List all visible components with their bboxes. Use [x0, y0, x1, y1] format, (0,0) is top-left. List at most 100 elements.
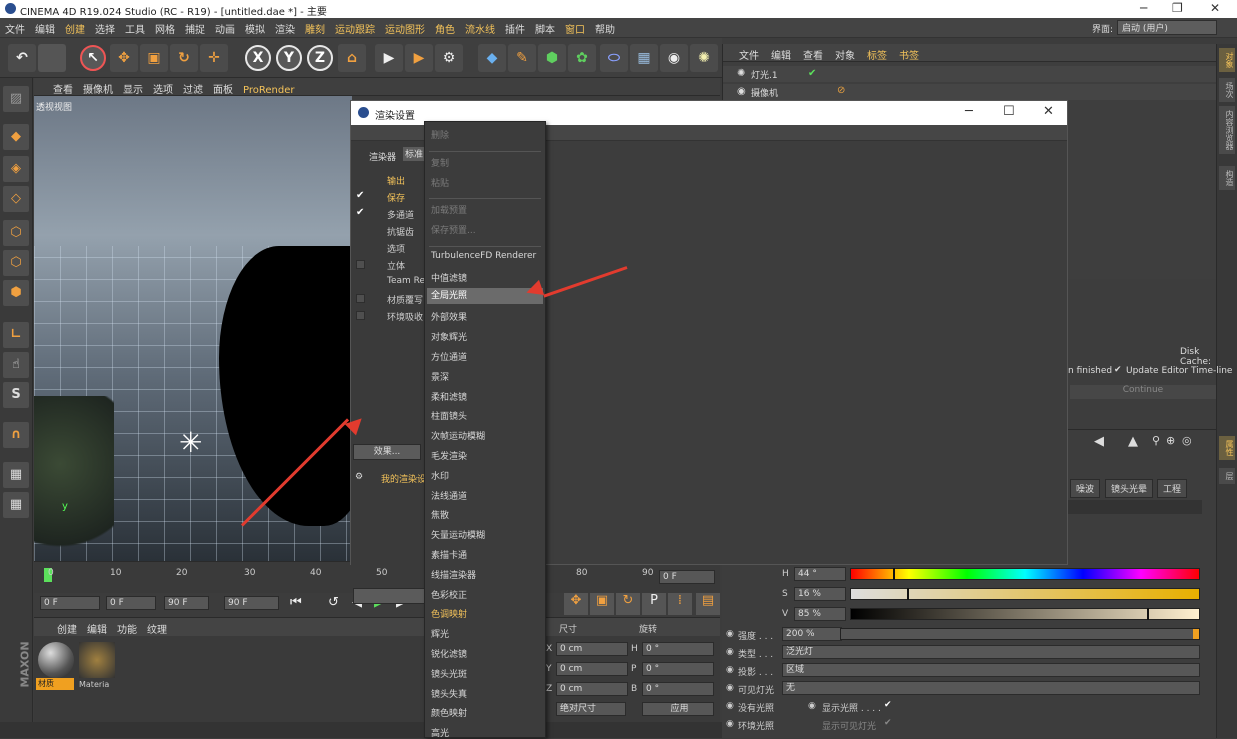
context-menu-item[interactable]: 辉光 — [431, 627, 449, 640]
render-picture-viewer-icon[interactable]: ▶ — [405, 44, 433, 72]
context-menu-item[interactable]: 高光 — [431, 726, 449, 739]
menu-item[interactable]: 渲染 — [270, 18, 300, 36]
range-end-field[interactable]: 90 F — [164, 596, 209, 610]
context-menu-item[interactable]: 方位通道 — [431, 350, 467, 363]
make-editable-icon[interactable]: ▨ — [3, 86, 29, 112]
viewport-menu-item[interactable]: 摄像机 — [78, 78, 118, 96]
object-menu-item[interactable]: 查看 — [797, 44, 829, 62]
object-menu-item[interactable]: 书签 — [893, 44, 925, 62]
undo-icon[interactable]: ↶ — [8, 44, 36, 72]
range-start-field[interactable]: 0 F — [106, 596, 156, 610]
select-tool-icon[interactable]: ↖ — [80, 45, 106, 71]
value-slider[interactable] — [850, 608, 1200, 620]
rot-p-field[interactable]: 0 ° — [642, 662, 714, 676]
go-start-icon[interactable]: ⏮ — [290, 595, 302, 610]
camera-icon[interactable]: ◉ — [660, 44, 688, 72]
side-tab[interactable]: 构造 — [1219, 166, 1235, 190]
context-menu-item[interactable]: 次帧运动模糊 — [431, 429, 485, 442]
pen-icon[interactable]: ✎ — [508, 44, 536, 72]
context-menu-item[interactable]: 中值滤镜 — [431, 271, 467, 284]
material-menu-item[interactable]: 纹理 — [142, 618, 172, 636]
viewport-menu-item[interactable]: 过滤 — [178, 78, 208, 96]
polygons-mode-icon[interactable]: ⬢ — [3, 280, 29, 306]
menu-item[interactable]: 流水线 — [460, 18, 500, 36]
side-tab[interactable]: 属性 — [1219, 436, 1235, 460]
shadow-select[interactable]: 区域 — [782, 663, 1200, 677]
item-check-icon[interactable]: ✔ — [356, 190, 365, 201]
rotate-tool-icon[interactable]: ↻ — [170, 44, 198, 72]
current-frame-field[interactable]: 0 F — [659, 570, 715, 584]
material-name-2[interactable]: Materia — [79, 680, 109, 689]
menu-item[interactable]: 帮助 — [590, 18, 620, 36]
render-setting-item[interactable]: 输出 — [387, 174, 405, 187]
h-field[interactable]: 44 ° — [794, 567, 846, 581]
menu-item[interactable]: 角色 — [430, 18, 460, 36]
menu-item[interactable]: 脚本 — [530, 18, 560, 36]
model-mode-icon[interactable]: ◆ — [3, 124, 29, 150]
type-select[interactable]: 泛光灯 — [782, 645, 1200, 659]
viewport[interactable]: 透视视图 ✳ y — [34, 96, 352, 561]
floor-icon[interactable]: ▦ — [630, 44, 658, 72]
light-gizmo-icon[interactable]: ✳ — [179, 426, 202, 459]
context-menu-item[interactable]: 素描卡通 — [431, 548, 467, 561]
dialog-minimize-icon[interactable]: ─ — [965, 104, 973, 119]
scale-key-icon[interactable]: ▣ — [590, 593, 614, 615]
viewport-menu-item[interactable]: 显示 — [118, 78, 148, 96]
recent-tool-icon[interactable]: ✛ — [200, 44, 228, 72]
menu-item[interactable]: 编辑 — [30, 18, 60, 36]
move-key-icon[interactable]: ✥ — [564, 593, 588, 615]
object-menu-item[interactable]: 对象 — [829, 44, 861, 62]
material-menu-item[interactable]: 编辑 — [82, 618, 112, 636]
loop-icon[interactable]: ↺ — [328, 595, 339, 610]
context-menu-item[interactable]: 柱面镜头 — [431, 409, 467, 422]
coord-system-icon[interactable]: ⌂ — [338, 44, 366, 72]
render-setting-item[interactable]: 立体 — [387, 259, 405, 272]
rotate-key-icon[interactable]: ↻ — [616, 593, 640, 615]
menu-item[interactable]: 创建 — [60, 18, 90, 36]
material-preview-2[interactable] — [79, 642, 115, 678]
menu-item[interactable]: 动画 — [210, 18, 240, 36]
context-menu-item[interactable]: 对象辉光 — [431, 330, 467, 343]
item-checkbox[interactable] — [356, 260, 365, 269]
slider-knob[interactable] — [893, 568, 896, 580]
radio-icon[interactable]: ◉ — [726, 647, 734, 657]
back-arrow-icon[interactable]: ◀ — [1094, 434, 1104, 449]
render-setting-item[interactable]: Team Re — [387, 276, 425, 286]
item-checkbox[interactable] — [356, 294, 365, 303]
rot-h-field[interactable]: 0 ° — [642, 642, 714, 656]
slider-knob[interactable] — [1146, 608, 1149, 620]
dialog-close-icon[interactable]: ✕ — [1043, 104, 1054, 119]
cloner-icon[interactable]: ✿ — [568, 44, 596, 72]
menu-item[interactable]: 网格 — [150, 18, 180, 36]
light-icon[interactable]: ✺ — [690, 44, 718, 72]
size-y-field[interactable]: 0 cm — [556, 662, 628, 676]
maximize-icon[interactable]: ❐ — [1172, 1, 1183, 15]
menu-item[interactable]: 工具 — [120, 18, 150, 36]
visible-light-select[interactable]: 无 — [782, 681, 1200, 695]
film-icon[interactable]: ▤ — [696, 593, 720, 615]
menu-item[interactable]: 文件 — [0, 18, 30, 36]
context-menu-item[interactable]: 线描渲染器 — [431, 568, 476, 581]
size-mode-select[interactable]: 绝对尺寸 — [556, 702, 626, 716]
minimize-icon[interactable]: ─ — [1140, 1, 1147, 15]
context-menu-item[interactable]: 毛发渲染 — [431, 449, 467, 462]
context-menu-item[interactable]: 镜头光斑 — [431, 667, 467, 680]
continue-button[interactable]: Continue — [1070, 385, 1216, 399]
context-menu-item[interactable]: 柔和滤镜 — [431, 390, 467, 403]
radio-icon[interactable]: ◉ — [726, 629, 734, 639]
redo-icon[interactable] — [38, 44, 66, 72]
search-icon[interactable]: ⚲ — [1152, 434, 1160, 447]
context-menu-item[interactable]: 外部效果 — [431, 310, 467, 323]
end-frame-field[interactable]: 90 F — [224, 596, 279, 610]
rot-b-field[interactable]: 0 ° — [642, 682, 714, 696]
side-tab[interactable]: 内容浏览器 — [1219, 106, 1235, 154]
viewport-menu-item[interactable]: 查看 — [48, 78, 78, 96]
check-icon[interactable]: ✔ — [884, 700, 892, 710]
radio-icon[interactable]: ◉ — [726, 701, 734, 711]
dialog-maximize-icon[interactable]: ☐ — [1003, 104, 1015, 119]
menu-item[interactable]: 选择 — [90, 18, 120, 36]
close-icon[interactable]: ✕ — [1210, 1, 1220, 15]
context-menu-item[interactable]: TurbulenceFD Renderer — [431, 251, 536, 261]
target-icon[interactable]: ◎ — [1182, 434, 1192, 447]
snap-icon[interactable]: S — [3, 382, 29, 408]
